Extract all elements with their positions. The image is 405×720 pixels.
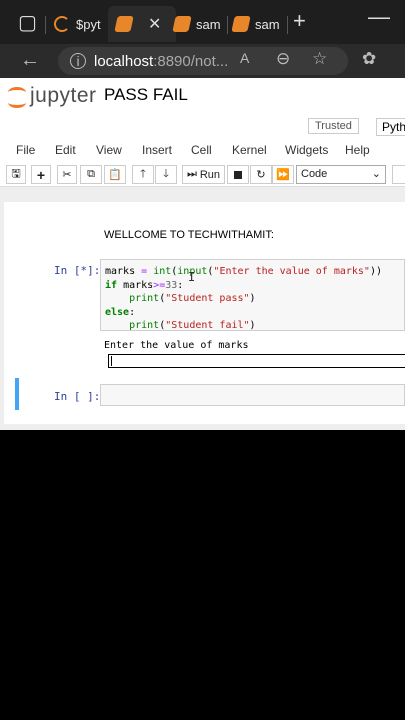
tab-title: sam: [255, 16, 280, 32]
save-button[interactable]: 🖫: [6, 165, 26, 184]
scissors-icon: ✂: [62, 169, 72, 181]
logo-text: jupyter: [30, 84, 97, 107]
notebook-icon: [114, 16, 134, 32]
restart-icon: ↻: [256, 169, 266, 181]
extensions-icon[interactable]: ✿: [362, 49, 376, 69]
trusted-indicator[interactable]: Trusted: [308, 118, 359, 134]
menu-kernel[interactable]: Kernel: [232, 143, 267, 157]
menu-widgets[interactable]: Widgets: [285, 143, 328, 157]
menu-help[interactable]: Help: [345, 143, 370, 157]
notebook-icon: [231, 16, 251, 32]
new-tab-icon[interactable]: +: [293, 8, 306, 34]
back-arrow-icon[interactable]: ←: [20, 49, 40, 72]
paste-icon: 📋: [108, 169, 122, 181]
menu-bar: File Edit View Insert Cell Kernel Widget…: [0, 141, 405, 161]
stop-icon: [234, 170, 242, 179]
code-line-1: marks = int(input("Enter the value of ma…: [105, 266, 383, 277]
close-icon[interactable]: ✕: [148, 14, 161, 34]
run-button[interactable]: ⏭ Run: [182, 165, 225, 184]
tab-title: sam: [196, 16, 221, 32]
cell-output-prompt: Enter the value of marks: [104, 340, 249, 351]
move-down-button[interactable]: 🡓: [155, 165, 177, 184]
paste-button[interactable]: 📋: [104, 165, 126, 184]
restart-button[interactable]: ↻: [250, 165, 272, 184]
browser-navbar: ← i localhost:8890/not... A ⊖ ☆ ✿: [0, 44, 405, 78]
tab-separator: [227, 16, 228, 34]
notebook-container: WELLCOME TO TECHWITHAMIT: In [*]: marks …: [4, 202, 405, 424]
empty-code-cell-input[interactable]: [100, 384, 405, 406]
markdown-cell-text[interactable]: WELLCOME TO TECHWITHAMIT:: [104, 229, 274, 241]
jupyter-icon: [54, 16, 70, 32]
stdin-input[interactable]: [108, 354, 405, 368]
notebook-title[interactable]: PASS FAIL: [104, 85, 188, 105]
arrow-up-icon: 🡑: [140, 168, 146, 180]
run-label: Run: [199, 168, 221, 181]
code-cell-input[interactable]: marks = int(input("Enter the value of ma…: [100, 259, 405, 331]
tab-sam-2[interactable]: sam: [231, 6, 283, 42]
code-line-2: if marks>=33:: [105, 279, 184, 291]
arrow-down-icon: 🡓: [163, 168, 169, 180]
jupyter-header: jupyter PASS FAIL Trusted Pytho File Edi…: [0, 78, 405, 187]
command-palette-button[interactable]: [392, 165, 405, 184]
code-line-5: print("Student fail"): [129, 320, 256, 331]
screen: ▢ $pyt ✕ sam sam + — ← i localhost:8890/…: [0, 0, 405, 430]
tab-sam-1[interactable]: sam: [172, 6, 224, 42]
notebook-toolbar: 🖫 + ✂ ⧉ 📋 🡑 🡓 ⏭ Run ↻ ⏩ Code ⌄: [0, 165, 405, 187]
mouse-cursor-icon: I: [188, 270, 196, 284]
letterbox-area: [0, 430, 405, 720]
code-line-4: else:: [105, 306, 136, 318]
notebook-icon: [172, 16, 192, 32]
save-icon: 🖫: [11, 168, 21, 180]
tab-separator: [287, 16, 288, 34]
cell-type-select[interactable]: Code ⌄: [296, 165, 386, 184]
insert-cell-button[interactable]: +: [31, 165, 51, 184]
step-forward-icon: ⏭: [186, 168, 197, 180]
url-host: localhost: [94, 52, 154, 70]
url-path: :8890/not...: [153, 52, 229, 70]
copy-button[interactable]: ⧉: [80, 165, 102, 184]
code-editor[interactable]: marks = int(input("Enter the value of ma…: [105, 265, 382, 333]
cell-prompt: In [*]:: [54, 264, 101, 277]
tab-separator: [45, 16, 46, 34]
address-bar[interactable]: i localhost:8890/not...: [58, 47, 348, 75]
interrupt-button[interactable]: [227, 165, 249, 184]
fast-forward-icon: ⏩: [276, 169, 290, 181]
jupyter-logo[interactable]: jupyter: [8, 84, 97, 108]
read-aloud-icon[interactable]: A: [240, 50, 249, 66]
menu-view[interactable]: View: [96, 143, 122, 157]
menu-file[interactable]: File: [16, 143, 35, 157]
restart-run-all-button[interactable]: ⏩: [272, 165, 294, 184]
minimize-icon[interactable]: —: [368, 4, 390, 30]
url-text: localhost:8890/not...: [94, 53, 228, 70]
plus-icon: +: [36, 166, 46, 183]
cell-type-value: Code: [301, 168, 328, 180]
tab-title: $pyt: [76, 16, 101, 32]
jupyter-logo-icon: [8, 85, 26, 108]
chevron-down-icon: ⌄: [371, 168, 381, 180]
tab-active-notebook[interactable]: ✕: [108, 6, 176, 42]
cut-button[interactable]: ✂: [57, 165, 77, 184]
add-favorite-icon[interactable]: ☆: [312, 49, 327, 69]
menu-edit[interactable]: Edit: [55, 143, 76, 157]
menu-insert[interactable]: Insert: [142, 143, 172, 157]
info-icon[interactable]: i: [70, 53, 86, 69]
browser-tab-strip: ▢ $pyt ✕ sam sam + —: [0, 0, 405, 44]
text-caret: [111, 356, 112, 366]
kernel-indicator[interactable]: Pytho: [376, 118, 405, 136]
tab-jupyter[interactable]: $pyt: [54, 6, 106, 42]
zoom-icon[interactable]: ⊖: [276, 49, 290, 69]
cell-prompt: In [ ]:: [54, 390, 101, 403]
move-up-button[interactable]: 🡑: [132, 165, 154, 184]
code-line-3: print("Student pass"): [129, 293, 256, 304]
tab-actions-icon[interactable]: ▢: [18, 10, 37, 35]
copy-icon: ⧉: [87, 168, 95, 180]
menu-cell[interactable]: Cell: [191, 143, 212, 157]
